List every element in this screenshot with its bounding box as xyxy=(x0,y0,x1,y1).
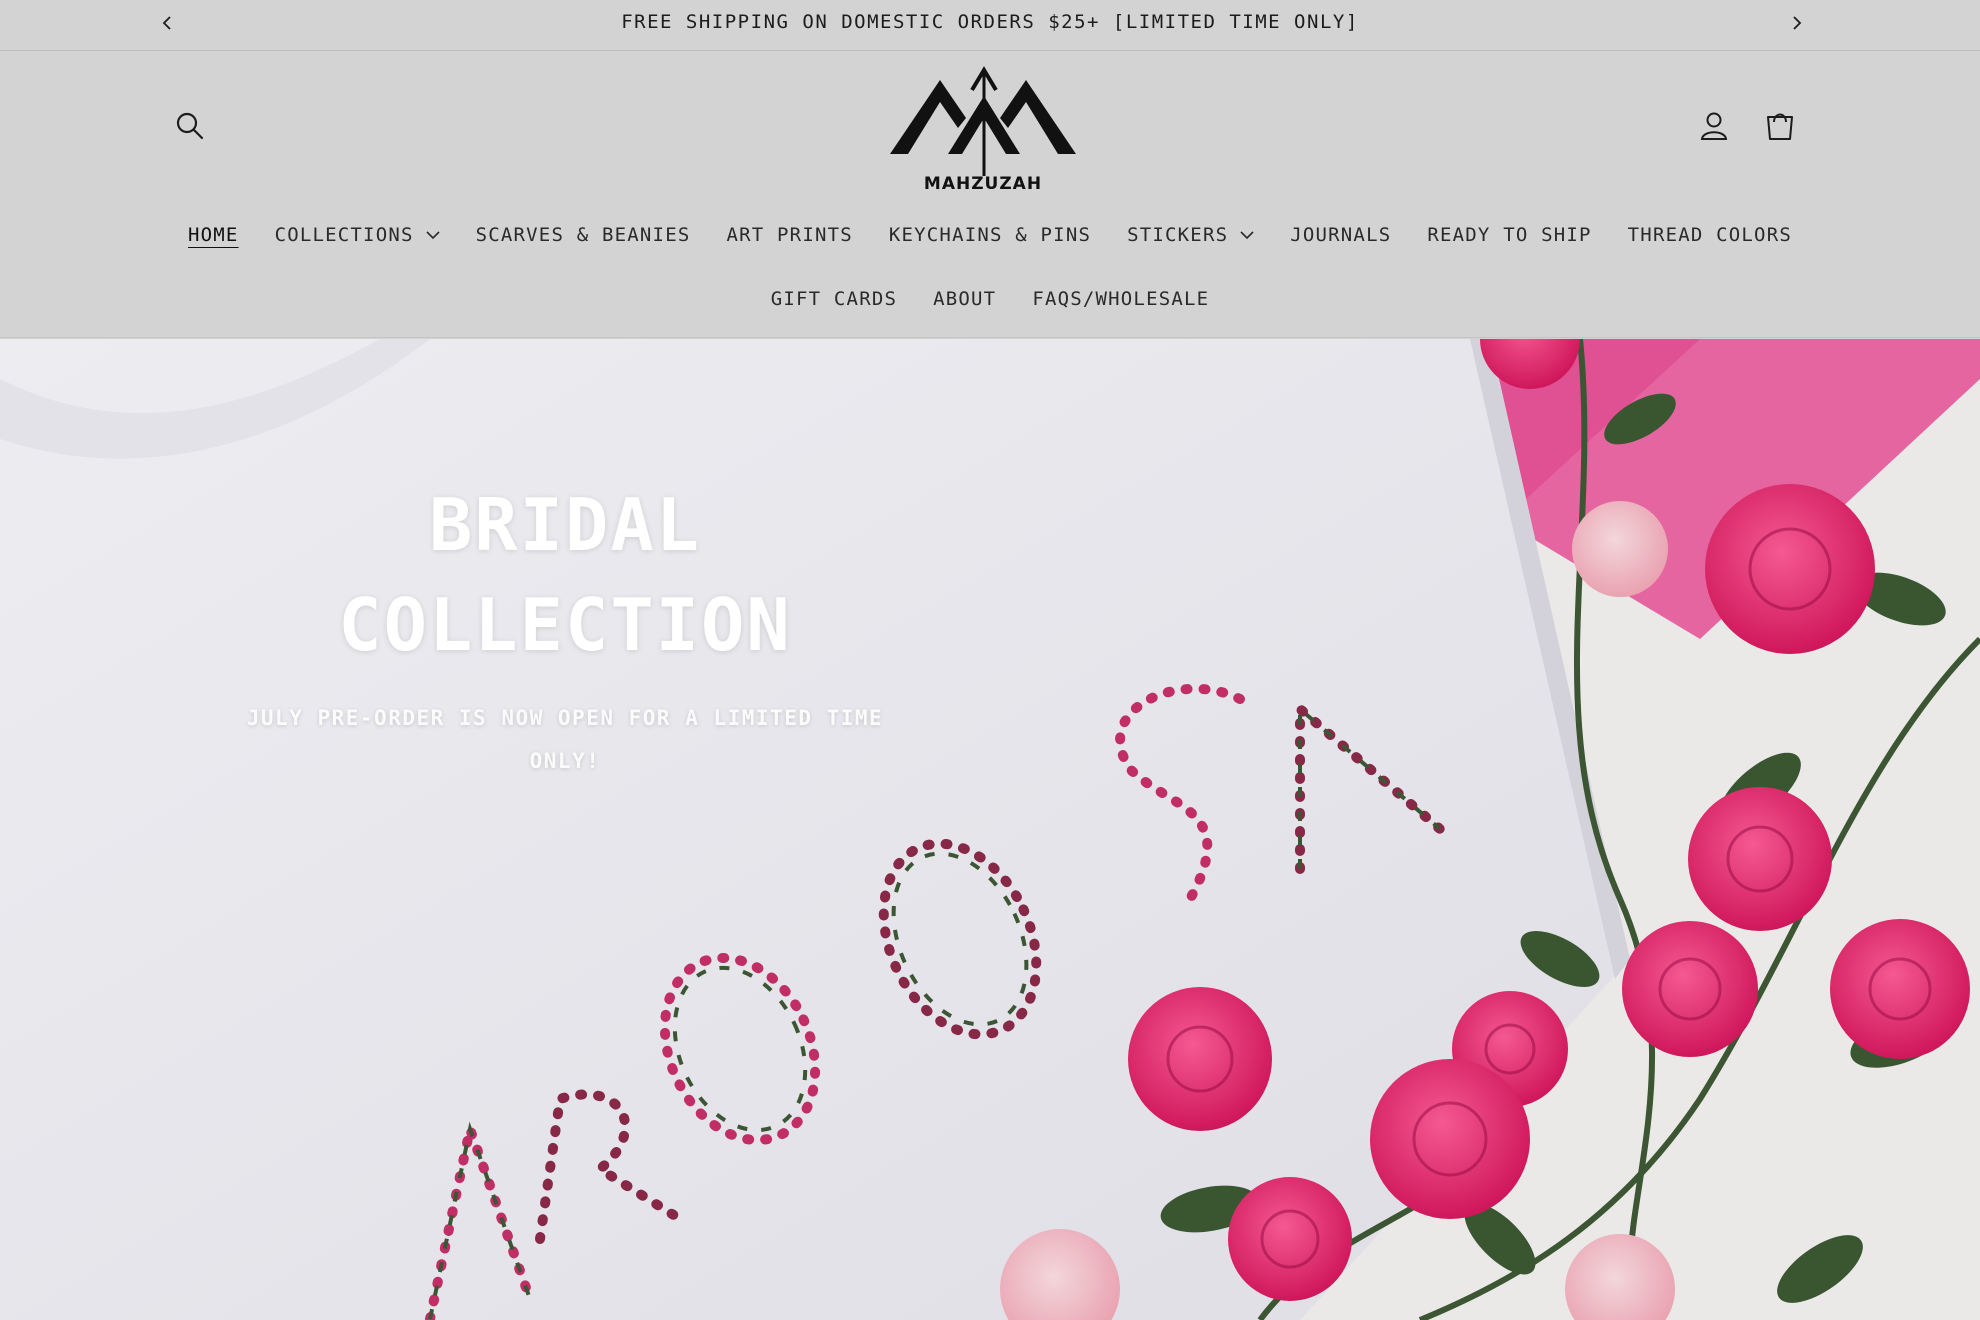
nav-stickers[interactable]: STICKERS xyxy=(1109,224,1272,246)
nav-gift-cards[interactable]: GIFT CARDS xyxy=(753,288,915,310)
announcement-bar: FREE SHIPPING ON DOMESTIC ORDERS $25+ [L… xyxy=(0,0,1980,51)
nav-scarves-beanies[interactable]: SCARVES & BEANIES xyxy=(458,224,709,246)
hero-subtitle-line: JULY PRE-ORDER IS NOW OPEN FOR A LIMITED… xyxy=(246,706,884,730)
nav-label: GIFT CARDS xyxy=(770,288,898,310)
nav-home[interactable]: HOME xyxy=(170,224,257,246)
nav-label: READY TO SHIP xyxy=(1427,224,1592,246)
hero-subtitle-line: ONLY! xyxy=(529,749,601,773)
hero-title: BRIDAL COLLECTION xyxy=(230,475,900,675)
main-nav-row-1: HOME COLLECTIONS SCARVES & BEANIES ART P… xyxy=(0,224,1980,246)
nav-about[interactable]: ABOUT xyxy=(915,288,1014,310)
user-icon[interactable] xyxy=(1696,108,1732,144)
nav-label: COLLECTIONS xyxy=(274,224,414,246)
nav-art-prints[interactable]: ART PRINTS xyxy=(708,224,870,246)
nav-label: FAQS/WHOLESALE xyxy=(1032,288,1210,310)
nav-label: SCARVES & BEANIES xyxy=(475,224,691,246)
main-nav-row-2: GIFT CARDS ABOUT FAQS/WHOLESALE xyxy=(0,288,1980,310)
nav-keychains-pins[interactable]: KEYCHAINS & PINS xyxy=(871,224,1109,246)
announcement-text: FREE SHIPPING ON DOMESTIC ORDERS $25+ [L… xyxy=(621,11,1359,33)
nav-ready-to-ship[interactable]: READY TO SHIP xyxy=(1409,224,1609,246)
chevron-down-icon xyxy=(426,231,440,240)
nav-journals[interactable]: JOURNALS xyxy=(1272,224,1409,246)
chevron-right-icon[interactable] xyxy=(1784,11,1808,35)
site-header: MAHZUZAH HOME COLLECTIONS SCARVES & BEAN… xyxy=(0,52,1980,338)
nav-label: THREAD COLORS xyxy=(1627,224,1792,246)
nav-label: ABOUT xyxy=(933,288,997,310)
nav-thread-colors[interactable]: THREAD COLORS xyxy=(1610,224,1810,246)
nav-label: KEYCHAINS & PINS xyxy=(888,224,1092,246)
cart-icon[interactable] xyxy=(1762,108,1798,144)
nav-label: HOME xyxy=(188,224,239,246)
hero-title-line: COLLECTION xyxy=(338,583,792,667)
nav-label: STICKERS xyxy=(1127,224,1229,246)
brand-logo[interactable]: MAHZUZAH xyxy=(888,66,1078,194)
nav-collections[interactable]: COLLECTIONS xyxy=(257,224,458,246)
hero-banner[interactable]: BRIDAL COLLECTION JULY PRE-ORDER IS NOW … xyxy=(0,339,1980,1320)
nav-label: ART PRINTS xyxy=(726,224,853,246)
search-icon[interactable] xyxy=(172,108,208,144)
nav-label: JOURNALS xyxy=(1290,224,1392,246)
nav-faqs-wholesale[interactable]: FAQS/WHOLESALE xyxy=(1014,288,1227,310)
chevron-down-icon xyxy=(1240,231,1254,240)
hero-subtitle: JULY PRE-ORDER IS NOW OPEN FOR A LIMITED… xyxy=(230,697,900,783)
hero-title-line: BRIDAL xyxy=(428,483,702,567)
brand-name: MAHZUZAH xyxy=(923,174,1043,194)
